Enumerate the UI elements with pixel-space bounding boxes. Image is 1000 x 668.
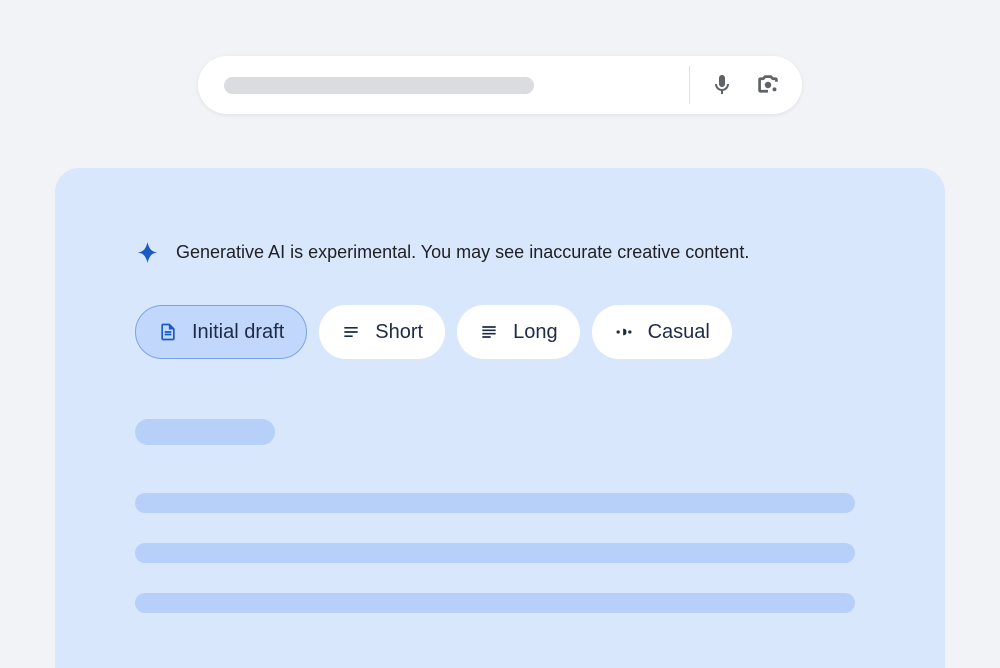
casual-icon (614, 322, 634, 342)
chip-casual[interactable]: Casual (592, 305, 732, 359)
search-container (0, 0, 1000, 114)
chip-label: Short (375, 321, 423, 344)
generative-ai-card: Generative AI is experimental. You may s… (55, 168, 945, 668)
notice-row: Generative AI is experimental. You may s… (135, 240, 865, 265)
search-placeholder (224, 77, 534, 94)
long-text-icon (479, 322, 499, 342)
search-bar[interactable] (198, 56, 802, 114)
chip-label: Initial draft (192, 321, 284, 344)
sparkle-icon (135, 240, 160, 265)
chip-label: Long (513, 321, 558, 344)
chip-initial-draft[interactable]: Initial draft (135, 305, 307, 359)
skeleton-line (135, 493, 855, 513)
chip-long[interactable]: Long (457, 305, 580, 359)
chip-label: Casual (648, 321, 710, 344)
skeleton-line (135, 593, 855, 613)
skeleton-heading (135, 419, 275, 445)
document-icon (158, 322, 178, 342)
short-text-icon (341, 322, 361, 342)
camera-lens-icon[interactable] (754, 71, 782, 99)
chips-row: Initial draft Short Long (135, 305, 865, 359)
chip-short[interactable]: Short (319, 305, 445, 359)
microphone-icon[interactable] (708, 71, 736, 99)
skeleton-line (135, 543, 855, 563)
notice-text: Generative AI is experimental. You may s… (176, 242, 749, 263)
search-divider (689, 66, 690, 104)
